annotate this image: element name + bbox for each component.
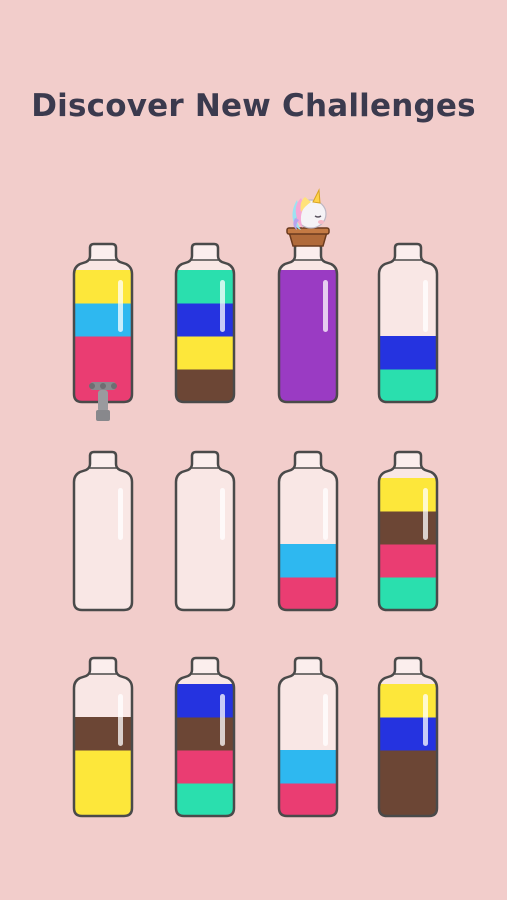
bottle-glass [176, 452, 234, 610]
liquid-layer-yellow [74, 270, 132, 304]
liquid-layer-brown [176, 369, 234, 402]
bottle-r2-c2[interactable] [174, 450, 236, 612]
unicorn-icon [283, 188, 333, 248]
liquid-layer-pink [176, 750, 234, 784]
liquid-layer-pink [279, 577, 337, 610]
glass-highlight [118, 488, 123, 540]
glass-highlight [423, 280, 428, 332]
bottle-r2-c3[interactable] [277, 450, 339, 612]
glass-highlight [220, 694, 225, 746]
liquid-layer-brown [74, 717, 132, 751]
liquid-layer-blue [176, 303, 234, 337]
liquid-layer-brown [379, 511, 437, 545]
liquid-layer-yellow [74, 750, 132, 784]
liquid-layer-yellow [379, 684, 437, 718]
liquid-layer-brown [176, 717, 234, 751]
bottle-board [0, 0, 507, 900]
liquid-layer-pink [379, 544, 437, 578]
liquid-layer-blue [176, 684, 234, 718]
bottle-glass [74, 452, 132, 610]
liquid-layer-purple [279, 270, 337, 304]
bottle-r3-c1[interactable] [72, 656, 134, 818]
liquid-layer-brown [379, 783, 437, 816]
liquid-layer-teal [176, 783, 234, 816]
liquid-layer-pink [279, 783, 337, 816]
glass-highlight [118, 694, 123, 746]
glass-highlight [423, 694, 428, 746]
liquid-layer-yellow [176, 336, 234, 370]
liquid-layer-blue [379, 717, 437, 751]
glass-highlight [220, 488, 225, 540]
liquid-layer-teal [379, 369, 437, 402]
liquid-layer-yellow [379, 478, 437, 512]
liquid-layer-teal [176, 270, 234, 304]
glass-highlight [423, 488, 428, 540]
bottle-r3-c4[interactable] [377, 656, 439, 818]
liquid-layer-sky [279, 544, 337, 578]
liquid-layer-sky [74, 303, 132, 337]
bottle-r3-c2[interactable] [174, 656, 236, 818]
liquid-layer-teal [379, 577, 437, 610]
liquid-layer-yellow [74, 783, 132, 816]
liquid-layer-blue [379, 336, 437, 370]
glass-highlight [323, 488, 328, 540]
bottle-r1-c2[interactable] [174, 242, 236, 404]
glass-highlight [220, 280, 225, 332]
bottle-r2-c1[interactable] [72, 450, 134, 612]
liquid-layer-purple [279, 369, 337, 402]
bottle-r1-c4[interactable] [377, 242, 439, 404]
liquid-layer-sky [279, 750, 337, 784]
glass-highlight [323, 694, 328, 746]
liquid-layer-purple [279, 336, 337, 370]
liquid-layer-brown [379, 750, 437, 784]
liquid-layer-purple [279, 303, 337, 337]
liquid-layer-pink [74, 336, 132, 370]
bottle-r2-c4[interactable] [377, 450, 439, 612]
bottle-r3-c3[interactable] [277, 656, 339, 818]
glass-highlight [118, 280, 123, 332]
tap-icon [88, 380, 118, 421]
bottle-r1-c3[interactable] [277, 242, 339, 404]
glass-highlight [323, 280, 328, 332]
